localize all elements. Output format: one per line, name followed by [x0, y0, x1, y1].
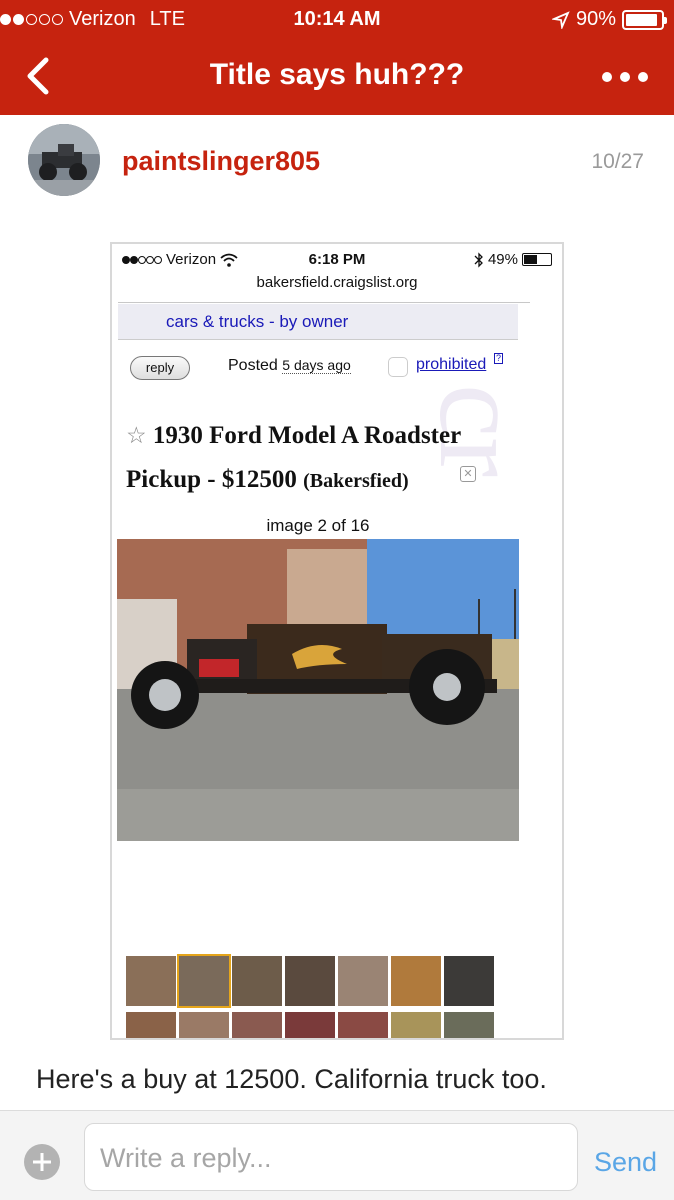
thumbnail — [444, 956, 494, 1006]
post-date: 10/27 — [591, 150, 644, 173]
thumbnail — [179, 1012, 229, 1038]
embedded-battery-icon — [522, 253, 552, 266]
divider — [118, 302, 530, 303]
hide-icon: ✕ — [460, 466, 476, 482]
thumbnail — [338, 956, 388, 1006]
breadcrumb: cars & trucks - by owner — [118, 304, 518, 340]
bluetooth-icon — [474, 251, 483, 268]
reply-input[interactable]: Write a reply... — [84, 1123, 578, 1191]
thumbnail — [232, 956, 282, 1006]
prohibited-link: prohibited — [416, 356, 487, 373]
page-title: Title says huh??? — [209, 58, 465, 91]
listing-title-text: 1930 Ford Model A Roadster Pickup - $125… — [126, 422, 461, 493]
embedded-battery-percent: 49% — [487, 251, 518, 268]
battery-icon — [622, 9, 667, 30]
battery-percent: 90% — [575, 8, 616, 30]
posted-info: Posted 5 days ago — [228, 357, 351, 375]
listing-photo — [117, 539, 519, 841]
breadcrumb-link: cars & trucks - by owner — [166, 312, 349, 331]
more-dots-icon[interactable] — [602, 72, 648, 82]
embedded-status-bar: Verizon 6:18 PM 49% — [112, 244, 562, 274]
image-counter: image 2 of 16 — [266, 516, 370, 535]
post-body: Here's a buy at 12500. California truck … — [36, 1064, 547, 1094]
star-icon: ☆ — [126, 423, 147, 448]
thumbnail-selected — [177, 954, 231, 1008]
nav-bar: Title says huh??? — [0, 38, 674, 115]
avatar[interactable] — [28, 124, 100, 196]
posted-ago: 5 days ago — [282, 357, 351, 374]
thumbnail — [391, 1012, 441, 1038]
reply-button: reply — [130, 356, 190, 380]
thumbnail — [285, 1012, 335, 1038]
posted-label: Posted — [228, 357, 278, 374]
send-button[interactable]: Send — [594, 1147, 657, 1178]
thumbnail — [126, 956, 176, 1006]
thumbnail — [338, 1012, 388, 1038]
listing-title: ☆ 1930 Ford Model A Roadster Pickup - $1… — [126, 414, 536, 503]
thumbnail — [391, 956, 441, 1006]
flag-checkbox — [388, 357, 408, 377]
embedded-url: bakersfield.craigslist.org — [256, 274, 418, 291]
listing-location: (Bakersfied) — [303, 470, 409, 492]
thumbnail — [126, 1012, 176, 1038]
location-arrow-icon — [551, 10, 570, 29]
plus-circle-icon[interactable] — [24, 1144, 60, 1180]
top-bar: Verizon LTE 10:14 AM 90% Title says huh?… — [0, 0, 674, 115]
thumbnail — [285, 956, 335, 1006]
reply-composer: Write a reply... Send — [0, 1110, 674, 1200]
help-icon: ? — [494, 353, 504, 364]
thumbnail — [444, 1012, 494, 1038]
embedded-screenshot[interactable]: cr s Verizon 6:18 PM 49% bakersfield.cra… — [110, 242, 564, 1040]
status-bar: Verizon LTE 10:14 AM 90% — [0, 0, 674, 38]
username[interactable]: paintslinger805 — [122, 146, 320, 177]
thumbnail — [232, 1012, 282, 1038]
